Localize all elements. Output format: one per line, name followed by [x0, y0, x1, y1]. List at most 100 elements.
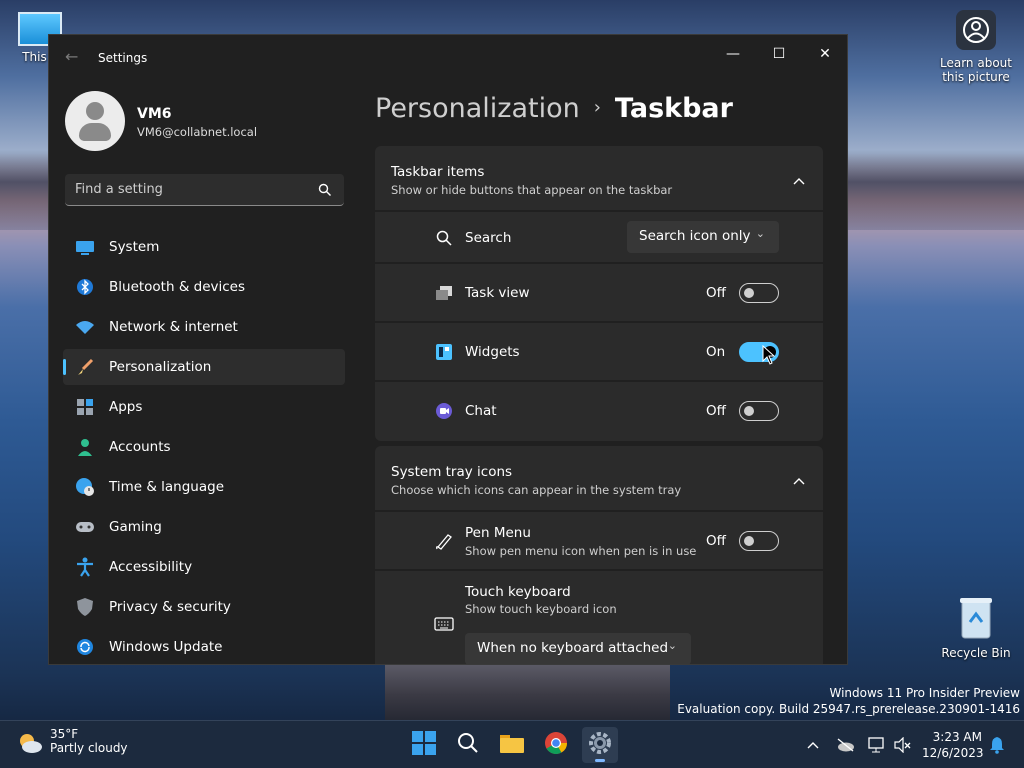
recycle-bin-icon [957, 596, 995, 640]
touch-keyboard-dropdown[interactable]: When no keyboard attached ⌄ [465, 633, 691, 664]
toggle-state-text: Off [706, 403, 726, 419]
update-icon [75, 637, 95, 657]
avatar-head [86, 102, 104, 120]
chrome-icon [544, 731, 568, 759]
pen-menu-toggle[interactable] [739, 531, 779, 551]
setting-label: Chat [465, 403, 497, 419]
search-mode-dropdown[interactable]: Search icon only ⌄ [627, 221, 779, 253]
sidebar-item-label: Windows Update [109, 639, 223, 655]
chevron-up-icon[interactable] [793, 470, 805, 489]
sidebar-item-bluetooth[interactable]: Bluetooth & devices [63, 269, 345, 305]
task-view-icon [435, 284, 453, 302]
desktop-icon-label: Learn about this picture [940, 56, 1012, 84]
sidebar-item-windows-update[interactable]: Windows Update [63, 629, 345, 664]
network-icon[interactable] [866, 735, 886, 755]
system-clock[interactable]: 3:23 AM 12/6/2023 [922, 729, 984, 761]
apps-icon [75, 397, 95, 417]
chat-toggle[interactable] [739, 401, 779, 421]
sidebar-item-label: Accessibility [109, 559, 193, 575]
chat-icon [435, 402, 453, 420]
toggle-knob [744, 536, 754, 546]
sidebar-item-label: Gaming [109, 519, 162, 535]
taskbar-items-header[interactable]: Taskbar items Show or hide buttons that … [375, 146, 823, 212]
chrome-button[interactable] [538, 727, 574, 763]
partly-cloudy-icon [16, 731, 44, 759]
sidebar-item-network[interactable]: Network & internet [63, 309, 345, 345]
profile-name: VM6 [137, 106, 172, 122]
sidebar-item-label: Privacy & security [109, 599, 231, 615]
desktop-icon-recycle-bin[interactable]: Recycle Bin [940, 596, 1012, 660]
sidebar-item-personalization[interactable]: Personalization [63, 349, 345, 385]
notification-bell-icon[interactable] [987, 735, 1007, 755]
taskbar-items-panel: Taskbar items Show or hide buttons that … [375, 146, 823, 441]
toggle-state-text: On [706, 344, 726, 360]
chevron-up-icon[interactable] [793, 170, 805, 189]
weather-widget[interactable]: 35°F Partly cloudy [16, 727, 128, 759]
show-hidden-icons-chevron-icon[interactable] [803, 735, 823, 755]
search-input[interactable]: Find a setting [65, 174, 344, 206]
sidebar-item-label: Apps [109, 399, 143, 415]
profile-email: VM6@collabnet.local [137, 125, 258, 139]
breadcrumb: Personalization › Taskbar [375, 93, 733, 124]
chevron-down-icon: ⌄ [755, 227, 765, 240]
chat-setting-row: Chat Off [375, 382, 823, 441]
sidebar-item-label: Bluetooth & devices [109, 279, 246, 295]
wifi-icon [75, 317, 95, 337]
settings-taskbar-button[interactable] [582, 727, 618, 763]
sidebar-item-apps[interactable]: Apps [63, 389, 345, 425]
touch-keyboard-setting-row: Touch keyboard Show touch keyboard icon … [375, 571, 823, 664]
accessibility-icon [75, 557, 95, 577]
sidebar-item-privacy[interactable]: Privacy & security [63, 589, 345, 625]
setting-description: Show pen menu icon when pen is in use [465, 544, 697, 558]
shield-icon [75, 597, 95, 617]
setting-label: Task view [465, 285, 530, 301]
desktop-icon-learn-about-picture[interactable]: Learn about this picture [938, 10, 1014, 84]
search-placeholder: Find a setting [75, 182, 163, 197]
sidebar-item-system[interactable]: System [63, 229, 345, 265]
camera-info-icon [956, 10, 996, 50]
avatar[interactable] [65, 91, 125, 151]
start-button[interactable] [406, 727, 442, 763]
window-title: Settings [98, 51, 148, 65]
onedrive-offline-icon[interactable] [835, 735, 855, 755]
sidebar-item-label: Network & internet [109, 319, 238, 335]
main-content: Personalization › Taskbar Taskbar items Sh… [375, 35, 847, 664]
clock-date: 12/6/2023 [922, 746, 984, 760]
toggle-knob [744, 288, 754, 298]
sidebar-item-label: Personalization [109, 359, 212, 375]
avatar-body [79, 123, 111, 141]
sidebar-item-gaming[interactable]: Gaming [63, 509, 345, 545]
system-tray-header[interactable]: System tray icons Choose which icons can… [375, 446, 823, 512]
weather-description: Partly cloudy [50, 741, 128, 755]
clock-time: 3:23 AM [932, 730, 982, 744]
gamepad-icon [75, 517, 95, 537]
sidebar-nav: System Bluetooth & devices Network & int… [63, 229, 345, 664]
pen-menu-setting-row: Pen Menu Show pen menu icon when pen is … [375, 512, 823, 571]
mouse-pointer-icon [762, 344, 776, 369]
wallpaper-pier [385, 665, 670, 725]
toggle-state-text: Off [706, 533, 726, 549]
sidebar-item-time-language[interactable]: Time & language [63, 469, 345, 505]
section-subtitle: Show or hide buttons that appear on the … [391, 183, 673, 197]
search-setting-row: Search Search icon only ⌄ [375, 212, 823, 264]
toggle-knob [744, 406, 754, 416]
toggle-state-text: Off [706, 285, 726, 301]
volume-muted-icon[interactable] [892, 735, 912, 755]
file-explorer-button[interactable] [494, 727, 530, 763]
setting-description: Show touch keyboard icon [465, 602, 617, 616]
back-arrow-icon[interactable]: ← [65, 47, 78, 66]
search-icon [318, 182, 332, 201]
accounts-icon [75, 437, 95, 457]
task-view-toggle[interactable] [739, 283, 779, 303]
sidebar-item-accounts[interactable]: Accounts [63, 429, 345, 465]
keyboard-icon [433, 615, 455, 633]
breadcrumb-parent[interactable]: Personalization [375, 93, 580, 124]
widgets-icon [435, 343, 453, 361]
active-app-indicator [595, 759, 605, 762]
search-icon [457, 732, 479, 758]
task-view-setting-row: Task view Off [375, 264, 823, 323]
taskbar-search-button[interactable] [450, 727, 486, 763]
sidebar-item-accessibility[interactable]: Accessibility [63, 549, 345, 585]
taskbar: 35°F Partly cloudy 3:23 AM 12/6/2023 [0, 720, 1024, 768]
setting-label: Search [465, 230, 512, 246]
